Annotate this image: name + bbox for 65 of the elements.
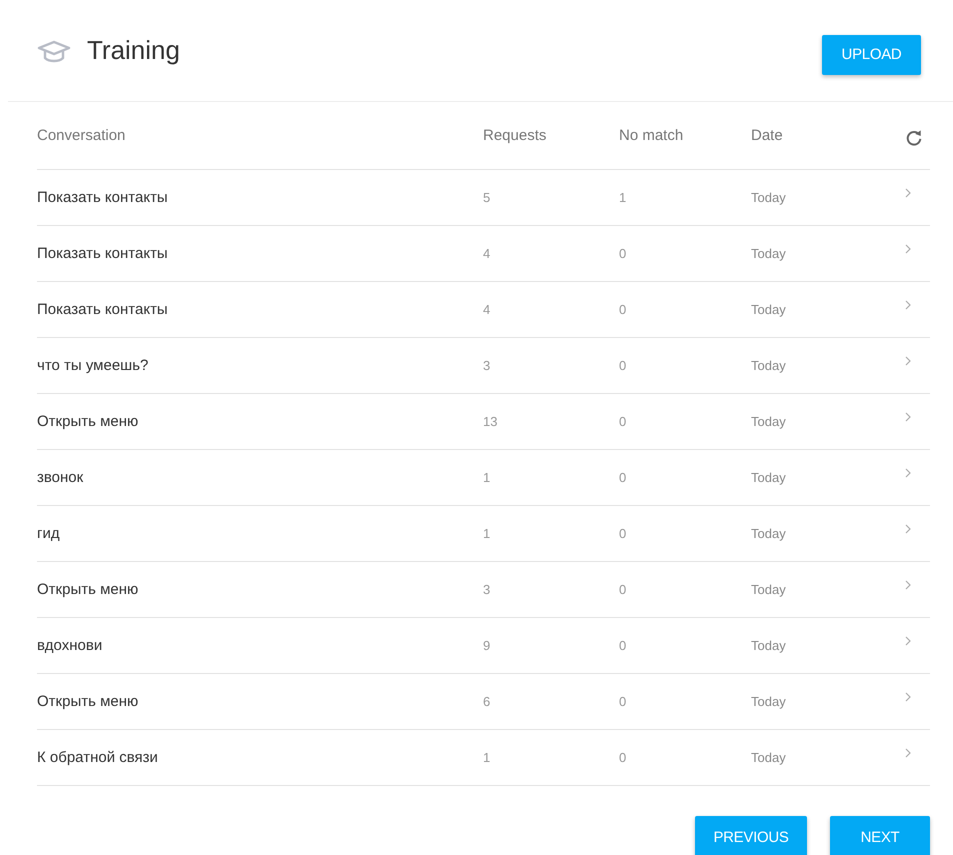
table-cell-text: Today [751, 190, 787, 205]
table-cell-text: 4 [483, 302, 492, 317]
chevron-right-icon[interactable] [905, 300, 911, 310]
table-cell-text: 0 [619, 246, 628, 261]
table-cell-text: 1 [483, 470, 492, 485]
refresh-icon[interactable] [905, 128, 923, 146]
table-cell-text: Открыть меню [37, 693, 140, 710]
chevron-right-icon[interactable] [905, 468, 911, 478]
column-header: Requests [483, 127, 548, 144]
table-cell-text: Today [751, 582, 787, 597]
column-header: Date [751, 127, 784, 144]
chevron-right-icon[interactable] [905, 356, 911, 366]
table-cell-text: 6 [483, 694, 492, 709]
chevron-right-icon[interactable] [905, 188, 911, 198]
table-cell-text: 0 [619, 526, 628, 541]
table-cell-text: 0 [619, 302, 628, 317]
table-cell-text: Показать контакты [37, 245, 169, 262]
table-cell-text: 0 [619, 750, 628, 765]
table-cell-text: 0 [619, 414, 628, 429]
table-cell-text: что ты умеешь? [37, 357, 150, 374]
chevron-right-icon[interactable] [905, 524, 911, 534]
chevron-right-icon[interactable] [905, 636, 911, 646]
column-header: Conversation [37, 127, 126, 144]
table-cell-text: Today [751, 358, 787, 373]
table-cell-text: 5 [483, 190, 492, 205]
table-cell-text: К обратной связи [37, 749, 159, 766]
table-cell-text: 4 [483, 246, 492, 261]
previous-button[interactable]: PREVIOUS [695, 816, 807, 855]
table-cell-text: Открыть меню [37, 581, 140, 598]
chevron-right-icon[interactable] [905, 580, 911, 590]
table-cell-text: Today [751, 246, 787, 261]
table-cell-text: Today [751, 750, 787, 765]
table-cell-text: звонок [37, 469, 84, 486]
table-cell-text: 0 [619, 358, 628, 373]
table-cell-text: Today [751, 526, 787, 541]
chevron-right-icon[interactable] [905, 244, 911, 254]
next-button[interactable]: NEXT [830, 816, 930, 855]
table-cell-text: 13 [483, 414, 498, 429]
table-cell-text: 1 [483, 750, 492, 765]
table-cell-text: Показать контакты [37, 301, 169, 318]
table-cell-text: гид [37, 525, 61, 542]
table-cell-text: Показать контакты [37, 189, 169, 206]
table-cell-text: вдохнови [37, 637, 104, 654]
chevron-right-icon[interactable] [905, 412, 911, 422]
table-cell-text: Today [751, 694, 787, 709]
chevron-right-icon[interactable] [905, 692, 911, 702]
table-cell-text: 1 [483, 526, 492, 541]
table-cell-text: 9 [483, 638, 492, 653]
table-cell-text: Today [751, 302, 787, 317]
table-cell-text: Today [751, 638, 787, 653]
table-cell-text: Открыть меню [37, 413, 140, 430]
column-header: No match [619, 127, 684, 144]
table-cell-text: 3 [483, 582, 492, 597]
table-cell-text: 3 [483, 358, 492, 373]
table-cell-text: 0 [619, 638, 628, 653]
chevron-right-icon[interactable] [905, 748, 911, 758]
page-title: Training [87, 35, 181, 66]
table-cell-text: Today [751, 470, 787, 485]
table-cell-text: Today [751, 414, 787, 429]
table-cell-text: 0 [619, 694, 628, 709]
table-cell-text: 1 [619, 190, 628, 205]
table-cell-text: 0 [619, 470, 628, 485]
table-cell-text: 0 [619, 582, 628, 597]
upload-button[interactable]: UPLOAD [822, 34, 921, 74]
graduation-cap-icon [37, 38, 71, 64]
